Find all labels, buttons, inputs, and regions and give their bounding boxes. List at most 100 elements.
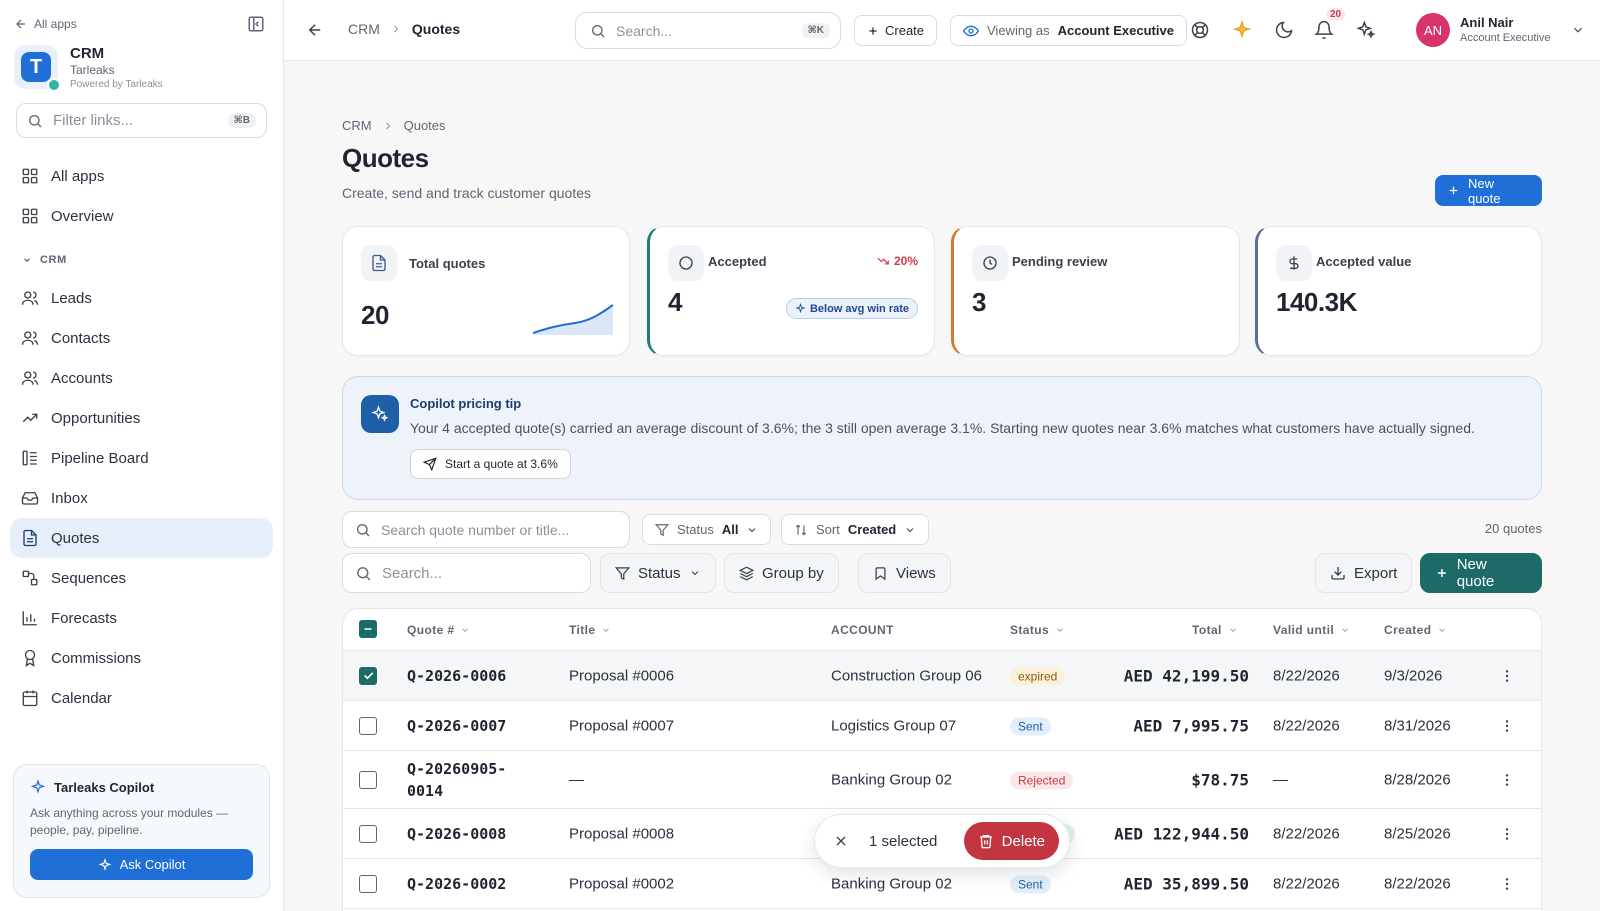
quote-number[interactable]: Q-2026-0007 xyxy=(407,717,506,735)
quote-number[interactable]: Q-2026-0002 xyxy=(407,875,506,893)
table-search-input[interactable]: Search... xyxy=(342,553,591,593)
status-dropdown-button[interactable]: Status xyxy=(600,553,716,593)
row-checkbox[interactable] xyxy=(359,874,377,893)
quote-number[interactable]: Q-2026-0008 xyxy=(407,825,506,843)
col-header-label: Total xyxy=(1192,623,1222,637)
col-header-status[interactable]: Status xyxy=(1010,623,1065,637)
select-all-checkbox[interactable] xyxy=(359,620,377,638)
clock-icon xyxy=(983,256,997,270)
bell-icon[interactable] xyxy=(1314,20,1334,40)
ai-sparkle-icon[interactable] xyxy=(1232,20,1252,40)
sidebar-item-all-apps[interactable]: All apps xyxy=(10,156,273,196)
breadcrumb-crm[interactable]: CRM xyxy=(348,21,380,37)
layers-icon xyxy=(739,566,754,580)
calendar-icon xyxy=(22,690,38,707)
selected-count: 1 selected xyxy=(869,832,938,850)
more-vertical-icon[interactable] xyxy=(1499,772,1515,788)
copilot-card: Tarleaks Copilot Ask anything across you… xyxy=(13,764,270,898)
quote-total: AED 35,899.50 xyxy=(1123,874,1249,893)
ask-copilot-button[interactable]: Ask Copilot xyxy=(30,849,253,880)
page-breadcrumb: CRM Quotes xyxy=(342,118,446,133)
sidebar-item-opportunities[interactable]: Opportunities xyxy=(10,398,273,438)
quote-valid-until: — xyxy=(1273,771,1288,788)
export-button[interactable]: Export xyxy=(1315,553,1413,593)
plus-icon xyxy=(1437,568,1446,578)
row-checkbox[interactable] xyxy=(359,666,377,685)
filter-links-input[interactable]: Filter links... ⌘B xyxy=(16,103,267,138)
page-breadcrumb-crm[interactable]: CRM xyxy=(342,118,372,133)
create-button[interactable]: Create xyxy=(854,15,938,46)
all-apps-back-link[interactable]: All apps xyxy=(14,17,77,31)
stat-value: 4 xyxy=(668,287,682,317)
table-row[interactable]: Q-20260905- 0014 — Banking Group 02 Reje… xyxy=(343,751,1541,809)
sidebar-item-accounts[interactable]: Accounts xyxy=(10,358,273,398)
collapse-sidebar-icon[interactable] xyxy=(247,15,265,33)
filter-links-placeholder: Filter links... xyxy=(53,112,134,129)
status-filter-select[interactable]: Status All xyxy=(642,514,772,545)
quote-created: 8/22/2026 xyxy=(1384,875,1451,892)
table-toolbar: Search... Status Group by Views Export N… xyxy=(342,553,1542,603)
sidebar-section-crm[interactable]: CRM xyxy=(10,246,273,274)
col-header-quote[interactable]: Quote # xyxy=(407,623,470,637)
sidebar-nav: All apps Overview CRM Leads Contacts Acc… xyxy=(0,156,283,718)
col-header-created[interactable]: Created xyxy=(1384,623,1447,637)
col-header-title[interactable]: Title xyxy=(569,623,611,637)
more-vertical-icon[interactable] xyxy=(1499,826,1515,842)
row-checkbox[interactable] xyxy=(359,770,377,789)
start-quote-button[interactable]: Start a quote at 3.6% xyxy=(410,449,571,479)
more-vertical-icon[interactable] xyxy=(1499,718,1515,734)
quote-search-input[interactable]: Search quote number or title... xyxy=(342,511,630,548)
sequence-icon xyxy=(22,570,38,586)
col-header-label: Created xyxy=(1384,623,1432,637)
bulk-selection-bar: 1 selected Delete xyxy=(814,814,1070,868)
quote-title: Proposal #0007 xyxy=(569,717,675,734)
sidebar-item-leads[interactable]: Leads xyxy=(10,278,273,318)
org-switcher[interactable]: T CRM Tarleaks Powered by Tarleaks xyxy=(0,39,283,97)
quote-number[interactable]: Q-2026-0006 xyxy=(407,667,506,685)
more-vertical-icon[interactable] xyxy=(1499,668,1515,684)
row-checkbox[interactable] xyxy=(359,716,377,735)
delete-button[interactable]: Delete xyxy=(963,822,1059,860)
award-icon xyxy=(24,649,36,667)
table-row[interactable]: Q-2026-0007 Proposal #0007 Logistics Gro… xyxy=(343,701,1541,751)
quote-number[interactable]: Q-20260905- 0014 xyxy=(407,758,506,802)
sidebar-item-overview[interactable]: Overview xyxy=(10,196,273,236)
new-quote-table-button[interactable]: New quote xyxy=(1420,553,1542,593)
sidebar-item-commissions[interactable]: Commissions xyxy=(10,638,273,678)
sidebar-item-quotes[interactable]: Quotes xyxy=(10,518,273,558)
sidebar-item-forecasts[interactable]: Forecasts xyxy=(10,598,273,638)
quote-account: Banking Group 02 xyxy=(831,875,952,892)
new-quote-button[interactable]: New quote xyxy=(1435,175,1542,206)
sparkline-trend-icon xyxy=(532,304,614,335)
sidebar-item-calendar[interactable]: Calendar xyxy=(10,678,273,718)
quote-valid-until: 8/22/2026 xyxy=(1273,875,1340,892)
stat-delta-value: 20% xyxy=(893,254,918,268)
close-icon[interactable] xyxy=(833,833,849,849)
sidebar-item-contacts[interactable]: Contacts xyxy=(10,318,273,358)
more-vertical-icon[interactable] xyxy=(1499,876,1515,892)
col-header-valid-until[interactable]: Valid until xyxy=(1273,623,1350,637)
back-arrow-icon[interactable] xyxy=(306,21,324,39)
col-header-label: Status xyxy=(1010,623,1050,637)
global-search-input[interactable]: Search... ⌘K xyxy=(575,12,841,49)
user-menu[interactable]: AN Anil Nair Account Executive xyxy=(1416,13,1585,47)
viewing-as-switcher[interactable]: Viewing as Account Executive xyxy=(950,15,1187,46)
help-lifebuoy-icon[interactable] xyxy=(1190,20,1210,40)
col-header-label: Title xyxy=(569,623,596,637)
group-by-button[interactable]: Group by xyxy=(724,553,839,593)
quote-account: Construction Group 06 xyxy=(831,667,982,684)
sidebar-item-inbox[interactable]: Inbox xyxy=(10,478,273,518)
chevron-down-icon xyxy=(1342,628,1348,632)
plus-icon xyxy=(869,27,877,34)
sort-select[interactable]: Sort Created xyxy=(781,514,930,545)
table-row[interactable]: Q-2026-0006 Proposal #0006 Construction … xyxy=(343,651,1541,701)
sidebar-item-pipeline-board[interactable]: Pipeline Board xyxy=(10,438,273,478)
row-checkbox[interactable] xyxy=(359,824,377,843)
sparkle-icon xyxy=(795,303,806,314)
sidebar-item-label: Overview xyxy=(51,207,114,225)
sidebar-item-sequences[interactable]: Sequences xyxy=(10,558,273,598)
moon-icon[interactable] xyxy=(1274,20,1294,40)
col-header-total[interactable]: Total xyxy=(1192,623,1238,637)
views-button[interactable]: Views xyxy=(858,553,951,593)
sparkles-icon[interactable] xyxy=(1356,20,1376,40)
